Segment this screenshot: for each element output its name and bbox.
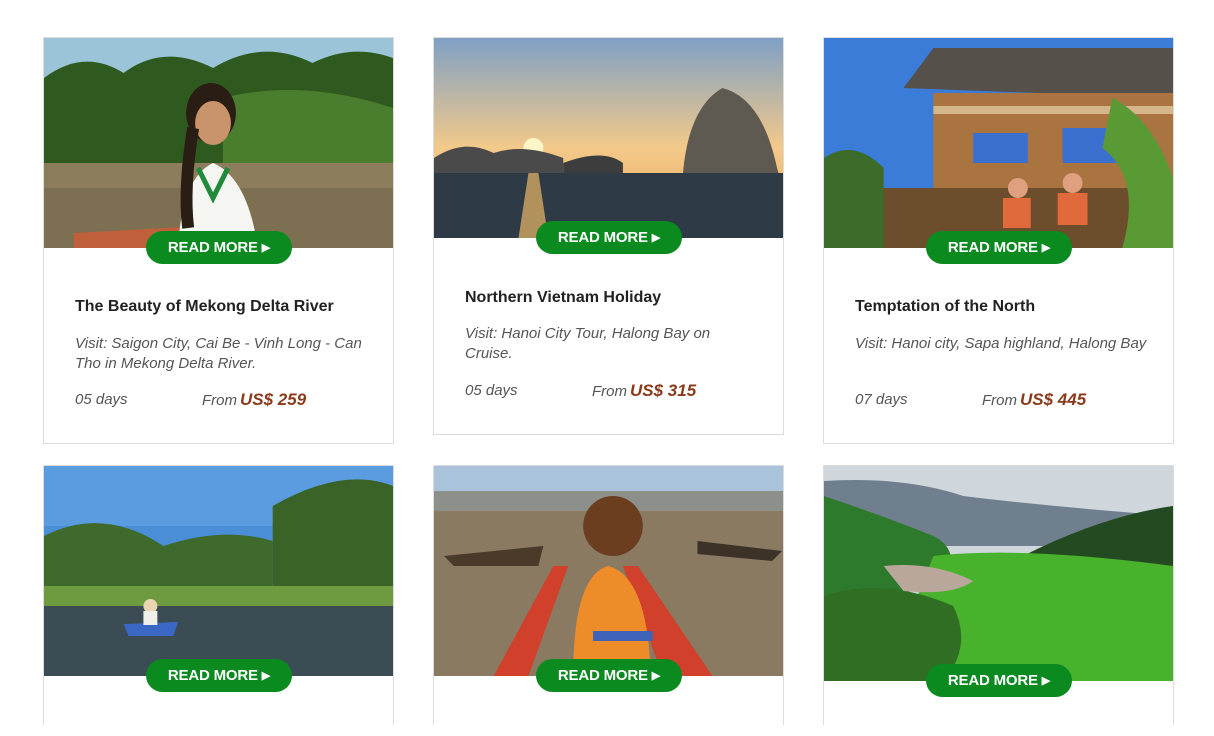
read-more-button[interactable]: READ MORE ▶	[536, 659, 682, 692]
price-value: US$ 445	[1020, 390, 1087, 409]
caret-right-icon: ▶	[651, 670, 661, 682]
tour-duration: 05 days	[465, 382, 518, 399]
read-more-label: READ MORE	[947, 672, 1038, 689]
tour-photo[interactable]	[434, 466, 783, 676]
tour-title[interactable]: The Beauty of Mekong Delta River	[75, 298, 334, 316]
tour-photo[interactable]	[824, 466, 1173, 681]
read-more-button[interactable]: READ MORE ▶	[926, 231, 1072, 264]
read-more-label: READ MORE	[557, 667, 648, 684]
caret-right-icon: ▶	[261, 242, 271, 254]
read-more-label: READ MORE	[167, 239, 258, 256]
tour-price: From US$ 445	[982, 390, 1086, 410]
tour-photo[interactable]	[44, 466, 393, 676]
from-label: From	[202, 392, 237, 409]
read-more-button[interactable]: READ MORE ▶	[926, 664, 1072, 697]
tour-duration: 05 days	[75, 391, 128, 408]
tour-visit: Visit: Hanoi city, Sapa highland, Halong…	[855, 335, 1147, 352]
tour-photo[interactable]	[824, 38, 1173, 248]
from-label: From	[982, 392, 1017, 409]
tour-visit: Visit: Hanoi City Tour, Halong Bay on Cr…	[465, 325, 711, 362]
caret-right-icon: ▶	[1041, 242, 1051, 254]
read-more-button[interactable]: READ MORE ▶	[146, 659, 292, 692]
read-more-button[interactable]: READ MORE ▶	[146, 231, 292, 264]
caret-right-icon: ▶	[261, 670, 271, 682]
tour-photo[interactable]	[44, 38, 393, 248]
read-more-label: READ MORE	[167, 667, 258, 684]
from-label: From	[592, 383, 627, 400]
tour-card[interactable]: READ MORE ▶ Northern Vietnam Holiday Visi…	[433, 37, 784, 435]
tour-card[interactable]: READ MORE ▶	[823, 465, 1174, 725]
tour-card[interactable]: READ MORE ▶ Temptation of the North Visit…	[823, 37, 1174, 444]
read-more-label: READ MORE	[557, 229, 648, 246]
tour-title[interactable]: Northern Vietnam Holiday	[465, 289, 661, 307]
tour-title[interactable]: Temptation of the North	[855, 298, 1035, 316]
tour-card[interactable]: READ MORE ▶ The Beauty of Mekong Delta Ri…	[43, 37, 394, 444]
read-more-label: READ MORE	[947, 239, 1038, 256]
tour-price: From US$ 315	[592, 381, 696, 401]
tour-duration: 07 days	[855, 391, 908, 408]
caret-right-icon: ▶	[651, 232, 661, 244]
read-more-button[interactable]: READ MORE ▶	[536, 221, 682, 254]
caret-right-icon: ▶	[1041, 675, 1051, 687]
tour-price: From US$ 259	[202, 390, 306, 410]
price-value: US$ 315	[630, 381, 697, 400]
tour-card[interactable]: READ MORE ▶	[43, 465, 394, 725]
price-value: US$ 259	[240, 390, 307, 409]
tour-card[interactable]: READ MORE ▶	[433, 465, 784, 725]
tour-photo[interactable]	[434, 38, 783, 238]
tour-visit: Visit: Saigon City, Cai Be - Vinh Long -…	[75, 335, 362, 372]
